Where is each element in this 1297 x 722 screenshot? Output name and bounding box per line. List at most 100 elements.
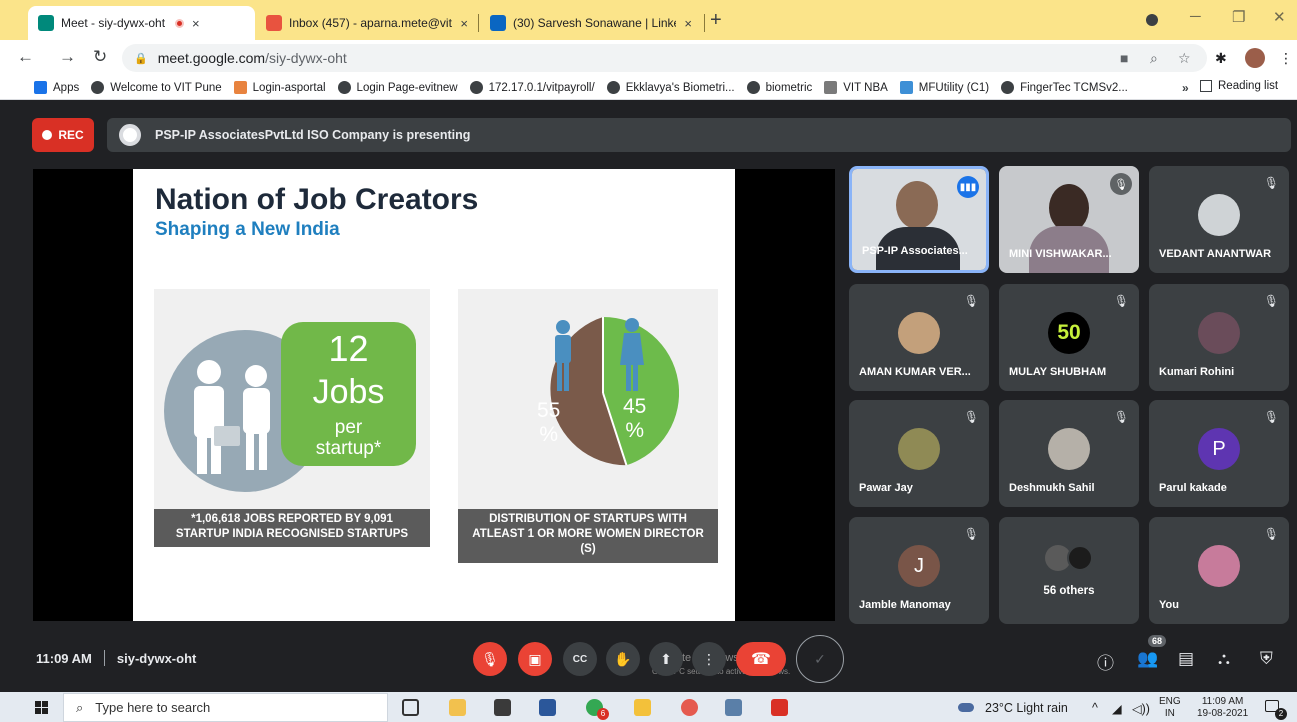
participant-tile[interactable]: 56 others (999, 517, 1139, 624)
tab-meet[interactable]: Meet - siy-dywx-oht × (28, 6, 255, 40)
leave-call-button[interactable]: ☎ (736, 642, 786, 676)
participant-tile[interactable]: 🎙 You (1149, 517, 1289, 624)
reading-list-button[interactable]: Reading list (1200, 80, 1278, 92)
bookmark-item[interactable]: biometric (746, 81, 812, 94)
address-bar[interactable]: 🔒 meet.google.com/siy-dywx-oht (122, 44, 1207, 72)
back-icon[interactable]: ← (17, 47, 34, 67)
participant-tile[interactable]: ▮▮▮ PSP-IP Associates... (849, 166, 989, 273)
participant-tile[interactable]: 🎙 Kumari Rohini (1149, 284, 1289, 391)
activities-button[interactable]: ⛬ (1218, 649, 1230, 669)
tab-close-button[interactable]: × (192, 16, 200, 31)
participant-tile[interactable]: 🎙 AMAN KUMAR VER... (849, 284, 989, 391)
camera-toggle-button[interactable]: ▣ (518, 642, 552, 676)
close-window-icon[interactable]: ✕ (1273, 8, 1286, 26)
avatar: 50 (1048, 312, 1090, 354)
weather-icon[interactable] (958, 703, 974, 712)
avatar[interactable] (1245, 48, 1265, 68)
lock-icon[interactable]: 🔒 (134, 52, 148, 65)
bookmark-item[interactable]: 172.17.0.1/vitpayroll/ (469, 81, 595, 94)
tab-title: Meet - siy-dywx-oht (61, 16, 166, 30)
weather-text[interactable]: 23°C Light rain (985, 701, 1068, 715)
search-icon: ⌕ (76, 699, 84, 715)
muted-mic-icon: 🎙 (963, 527, 979, 541)
taskbar-search-input[interactable]: ⌕ Type here to search (63, 693, 388, 722)
network-icon[interactable]: ◢ (1112, 701, 1122, 716)
women-director-panel: 55 % 45 % (458, 289, 718, 509)
record-dot-icon (42, 130, 53, 140)
bookmark-item[interactable]: MFUtility (C1) (899, 81, 989, 94)
participant-tile[interactable]: 🎙 P Parul kakade (1149, 400, 1289, 507)
zoom-icon[interactable]: ⌕ (1150, 50, 1158, 67)
present-now-button[interactable]: ⬆ (649, 642, 683, 676)
word-icon[interactable] (539, 699, 556, 716)
tool-icon[interactable] (725, 699, 742, 716)
captions-button[interactable]: CC (563, 642, 597, 676)
new-tab-button[interactable]: + (710, 10, 722, 30)
tab-linkedin[interactable]: (30) Sarvesh Sonawane | LinkedIn × (480, 6, 702, 40)
jobs-number: 12 (328, 328, 369, 369)
avatar (1198, 312, 1240, 354)
presentation-slide: Nation of Job Creators Shaping a New Ind… (133, 169, 735, 621)
participant-tile[interactable]: 🎙 VEDANT ANANTWAR (1149, 166, 1289, 273)
participant-tile[interactable]: 🎙 50 MULAY SHUBHAM (999, 284, 1139, 391)
avatar (898, 312, 940, 354)
recording-button[interactable]: REC (32, 118, 94, 152)
tab-close-button[interactable]: × (684, 16, 692, 31)
file-explorer-icon[interactable] (449, 699, 466, 716)
meeting-details-button[interactable]: ⓘ (1097, 649, 1114, 674)
participant-tile[interactable]: 🎙 Deshmukh Sahil (999, 400, 1139, 507)
windows-start-icon[interactable] (35, 701, 48, 714)
jobs-caption: *1,06,618 JOBS REPORTED BY 9,091 STARTUP… (154, 509, 430, 547)
tray-overflow-icon[interactable]: ^ (1092, 701, 1098, 715)
tab-close-button[interactable]: × (460, 16, 468, 31)
globe-icon (337, 81, 351, 94)
avatar: J (898, 545, 940, 587)
pie-left-value: 55 (537, 399, 561, 422)
forward-icon[interactable]: → (59, 47, 76, 67)
extensions-icon[interactable]: ✱ (1215, 50, 1227, 67)
participant-name: PSP-IP Associates... (862, 245, 968, 257)
system-clock[interactable]: 11:09 AM 19-08-2021 (1197, 696, 1248, 720)
bookmark-apps[interactable]: Apps (34, 81, 79, 94)
more-options-button[interactable]: ⋮ (692, 642, 726, 676)
camera-icon[interactable]: ■ (1120, 50, 1128, 66)
participant-tile[interactable]: 🎙 MINI VISHWAKAR... (999, 166, 1139, 273)
presentation-stage: Nation of Job Creators Shaping a New Ind… (33, 169, 835, 621)
recording-label: REC (58, 128, 84, 142)
more-menu-icon[interactable]: ⋮ (1279, 50, 1293, 67)
bookmark-item[interactable]: Welcome to VIT Pune (91, 81, 222, 94)
task-view-icon[interactable] (402, 699, 419, 716)
bookmarks-overflow-button[interactable]: » (1182, 81, 1189, 95)
restore-icon[interactable]: ❐ (1232, 8, 1245, 26)
bookmark-item[interactable]: Login-asportal (233, 81, 326, 94)
volume-icon[interactable]: ◁)) (1132, 701, 1150, 716)
raise-hand-button[interactable]: ✋ (606, 642, 640, 676)
tab-inbox[interactable]: Inbox (457) - aparna.mete@vit.e × (256, 6, 478, 40)
people-button[interactable]: 👥 (1137, 649, 1158, 669)
participant-tile[interactable]: 🎙 Pawar Jay (849, 400, 989, 507)
slide-title: Nation of Job Creators (155, 183, 479, 216)
store-icon[interactable] (494, 699, 511, 716)
reload-icon[interactable]: ↻ (93, 47, 107, 67)
bookmark-item[interactable]: VIT NBA (824, 81, 888, 94)
paint-icon[interactable] (681, 699, 698, 716)
bookmark-item[interactable]: Login Page-evitnew (337, 81, 458, 94)
bookmark-item[interactable]: Ekklavya's Biometri... (606, 81, 735, 94)
participant-tile[interactable]: 🎙 J Jamble Manomay (849, 517, 989, 624)
sticky-notes-icon[interactable] (634, 699, 651, 716)
host-controls-button[interactable]: ⛨ (1260, 649, 1273, 669)
microphone-toggle-button[interactable]: 🎙 (473, 642, 507, 676)
language-indicator[interactable]: ENG IN (1159, 696, 1181, 720)
chat-button[interactable]: ▤ (1178, 649, 1194, 669)
pdf-icon[interactable] (771, 699, 788, 716)
bookmark-star-icon[interactable]: ☆ (1178, 50, 1191, 67)
bookmark-item[interactable]: FingerTec TCMSv2... (1001, 81, 1128, 94)
meeting-code: siy-dywx-oht (116, 650, 197, 666)
pie-left-unit: % (539, 423, 559, 446)
profile-menu-icon[interactable] (1146, 14, 1158, 26)
caption-line: STARTUP INDIA RECOGNISED STARTUPS (175, 528, 409, 540)
minimize-icon[interactable]: ─ (1190, 8, 1201, 25)
confirm-button[interactable]: ✓ (796, 635, 844, 683)
site-icon (233, 81, 247, 94)
slide-subtitle: Shaping a New India (155, 219, 340, 240)
